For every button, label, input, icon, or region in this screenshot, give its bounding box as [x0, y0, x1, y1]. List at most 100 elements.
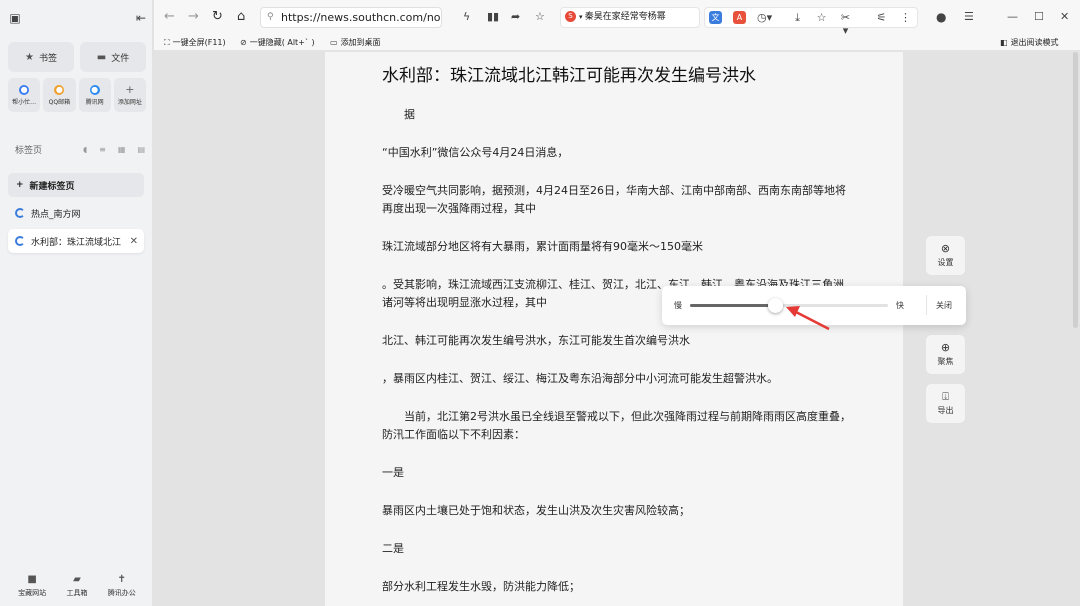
fullscreen-label: 一键全屏(F11): [172, 38, 226, 47]
article-paragraph: 据: [404, 108, 415, 121]
article-paragraph: 二是: [382, 542, 404, 555]
add-desktop-label: 添加到桌面: [340, 38, 381, 47]
history-icon[interactable]: ◷▾: [757, 11, 772, 24]
favorite-icon[interactable]: ☆: [815, 11, 828, 24]
hide-label: 一键隐藏( Alt+` ): [249, 38, 315, 47]
url-text: https://news.southcn.com/node_: [281, 11, 442, 24]
slow-label: 慢: [674, 301, 682, 310]
plus-icon: +: [16, 180, 24, 190]
app-label: 帮小忙…: [12, 98, 37, 106]
speed-slider-fill: [690, 304, 776, 307]
app-label: 腾讯网: [85, 98, 104, 106]
hot-search-text: 秦昊在家经常夸杨幂: [584, 12, 666, 22]
settings-label: 设置: [937, 258, 954, 267]
address-bar[interactable]: ⚲ https://news.southcn.com/node_: [260, 7, 442, 28]
sidebar-top: ▣ ⇤: [0, 0, 152, 36]
screenshot-icon[interactable]: ✂▾: [839, 11, 852, 37]
tencent-office-button[interactable]: ✝ 腾讯办公: [108, 574, 136, 598]
article-body: 据 “中国水利”微信公众号4月24日消息， 受冷暖空气共同影响，据预测，4月24日至…: [382, 106, 852, 596]
export-label: 导出: [937, 406, 954, 415]
crosshair-icon: ⊕: [940, 341, 951, 354]
close-window-icon[interactable]: ✕: [1060, 10, 1069, 24]
treasure-icon: ■: [27, 574, 37, 585]
maximize-icon[interactable]: ☐: [1034, 10, 1044, 24]
app-bangxiaomang[interactable]: ● 帮小忙…: [8, 78, 41, 112]
speed-slider[interactable]: [690, 298, 888, 313]
folder-icon: ▬: [96, 51, 107, 63]
focus-button[interactable]: ⊕ 聚焦: [926, 335, 965, 374]
settings-button[interactable]: ⊗ 设置: [926, 236, 965, 275]
page-scrollbar[interactable]: [1073, 52, 1078, 328]
close-tab-icon[interactable]: ✕: [130, 236, 138, 247]
tab-item-active[interactable]: 水利部：珠江流域北江 ✕: [8, 229, 144, 253]
speaker-icon[interactable]: ◖: [83, 145, 87, 154]
bottom-label: 腾讯办公: [107, 589, 136, 597]
more-icon[interactable]: ⋮: [899, 11, 912, 24]
app-qq-news[interactable]: ● 腾讯网: [78, 78, 111, 112]
hot-search-box[interactable]: S ▾ 秦昊在家经常夸杨幂: [560, 7, 700, 28]
sidebar: ▣ ⇤ ★ 书签 ▬ 文件 ● 帮小忙… ● QQ邮箱 ● 腾讯网 + 添加网址: [0, 0, 153, 606]
bookmark-bar: ⛶ 一键全屏(F11) ⊘ 一键隐藏( Alt+` ) ▭ 添加到桌面 ◧ 退出…: [154, 34, 1080, 51]
desktop-icon: ▭: [330, 38, 338, 47]
bangxiaomang-icon: ●: [19, 84, 30, 95]
files-button[interactable]: ▬ 文件: [80, 42, 146, 72]
settings-icon: ⊗: [940, 242, 951, 255]
avatar-icon[interactable]: ●: [936, 10, 946, 24]
reader-mode-icon[interactable]: ▮▮: [487, 10, 499, 24]
browser-toolbar: ← → ↻ ⌂ ⚲ https://news.southcn.com/node_…: [154, 0, 1080, 37]
sidebar-bottom: ■ 宝藏网站 ▰ 工具箱 ✝ 腾讯办公: [8, 574, 146, 598]
home-icon[interactable]: ⌂: [237, 10, 245, 24]
fullscreen-icon: ⛶: [164, 37, 170, 47]
new-tab-label: 新建标签页: [29, 181, 75, 192]
reload-icon[interactable]: ↻: [212, 10, 223, 24]
download-icon[interactable]: ⤓: [791, 11, 804, 24]
pdf-icon[interactable]: A: [733, 11, 746, 24]
exit-reader-icon: ◧: [1000, 38, 1008, 47]
toolbox-button[interactable]: ▰ 工具箱: [66, 574, 87, 598]
new-tab-button[interactable]: + 新建标签页: [8, 173, 144, 197]
close-speed-button[interactable]: 关闭: [936, 300, 952, 311]
files-label: 文件: [111, 53, 130, 64]
bookmarks-button[interactable]: ★ 书签: [8, 42, 74, 72]
export-icon: ⍗: [942, 390, 949, 403]
article-paragraph: 受冷暖空气共同影响，据预测，4月24日至26日，华南大部、江南中部南部、西南东南…: [382, 184, 846, 215]
bottom-label: 工具箱: [66, 589, 88, 597]
hide-button[interactable]: ⊘ 一键隐藏( Alt+` ): [240, 37, 315, 48]
forward-icon[interactable]: →: [188, 10, 199, 24]
exit-reader-button[interactable]: ◧ 退出阅读模式: [1000, 37, 1059, 48]
exit-reader-label: 退出阅读模式: [1010, 38, 1059, 47]
clean-icon[interactable]: ⚟: [875, 11, 888, 24]
sidebar-panel-icon[interactable]: ▣: [8, 11, 22, 25]
back-icon[interactable]: ←: [164, 10, 175, 24]
share-icon[interactable]: ➦: [511, 10, 520, 24]
tab-item[interactable]: 热点_南方网: [8, 201, 144, 225]
add-desktop-button[interactable]: ▭ 添加到桌面: [330, 37, 381, 48]
translate-icon[interactable]: 文: [709, 11, 722, 24]
bookmark-star-icon[interactable]: ☆: [535, 10, 545, 24]
speed-panel: 慢 快 关闭: [662, 286, 966, 325]
app-label: QQ邮箱: [48, 98, 71, 106]
article-paragraph: 珠江流域部分地区将有大暴雨，累计面雨量将有90毫米～150毫米: [382, 240, 703, 253]
sort-icon[interactable]: ≡: [99, 145, 106, 154]
export-button[interactable]: ⍗ 导出: [926, 384, 965, 423]
menu-icon[interactable]: ☰: [964, 10, 974, 24]
article-paragraph: 一是: [382, 466, 404, 479]
article-title: 水利部：珠江流域北江韩江可能再次发生编号洪水: [382, 66, 756, 86]
tab-title: 水利部：珠江流域北江: [31, 237, 122, 248]
app-qq-mail[interactable]: ● QQ邮箱: [43, 78, 76, 112]
sidebar-apps: ● 帮小忙… ● QQ邮箱 ● 腾讯网 + 添加网址: [8, 78, 146, 112]
app-add-site[interactable]: + 添加网址: [113, 78, 146, 112]
article-paragraph: ，暴雨区内桂江、贺江、绥江、梅江及粤东沿海部分中小河流可能发生超警洪水。: [382, 372, 778, 385]
treasure-sites-button[interactable]: ■ 宝藏网站: [18, 574, 46, 598]
lightning-icon[interactable]: ϟ: [463, 10, 470, 24]
fullscreen-button[interactable]: ⛶ 一键全屏(F11): [164, 37, 226, 48]
speed-slider-handle[interactable]: [768, 298, 784, 313]
minimize-icon[interactable]: —: [1007, 10, 1018, 24]
qq-mail-icon: ●: [54, 84, 65, 95]
southcn-favicon-icon: [15, 208, 25, 218]
bottom-label: 宝藏网站: [18, 589, 47, 597]
copy-icon[interactable]: ▤: [137, 145, 145, 154]
grid-icon[interactable]: ▦: [118, 145, 126, 154]
fast-label: 快: [896, 301, 904, 310]
collapse-sidebar-icon[interactable]: ⇤: [134, 11, 148, 25]
